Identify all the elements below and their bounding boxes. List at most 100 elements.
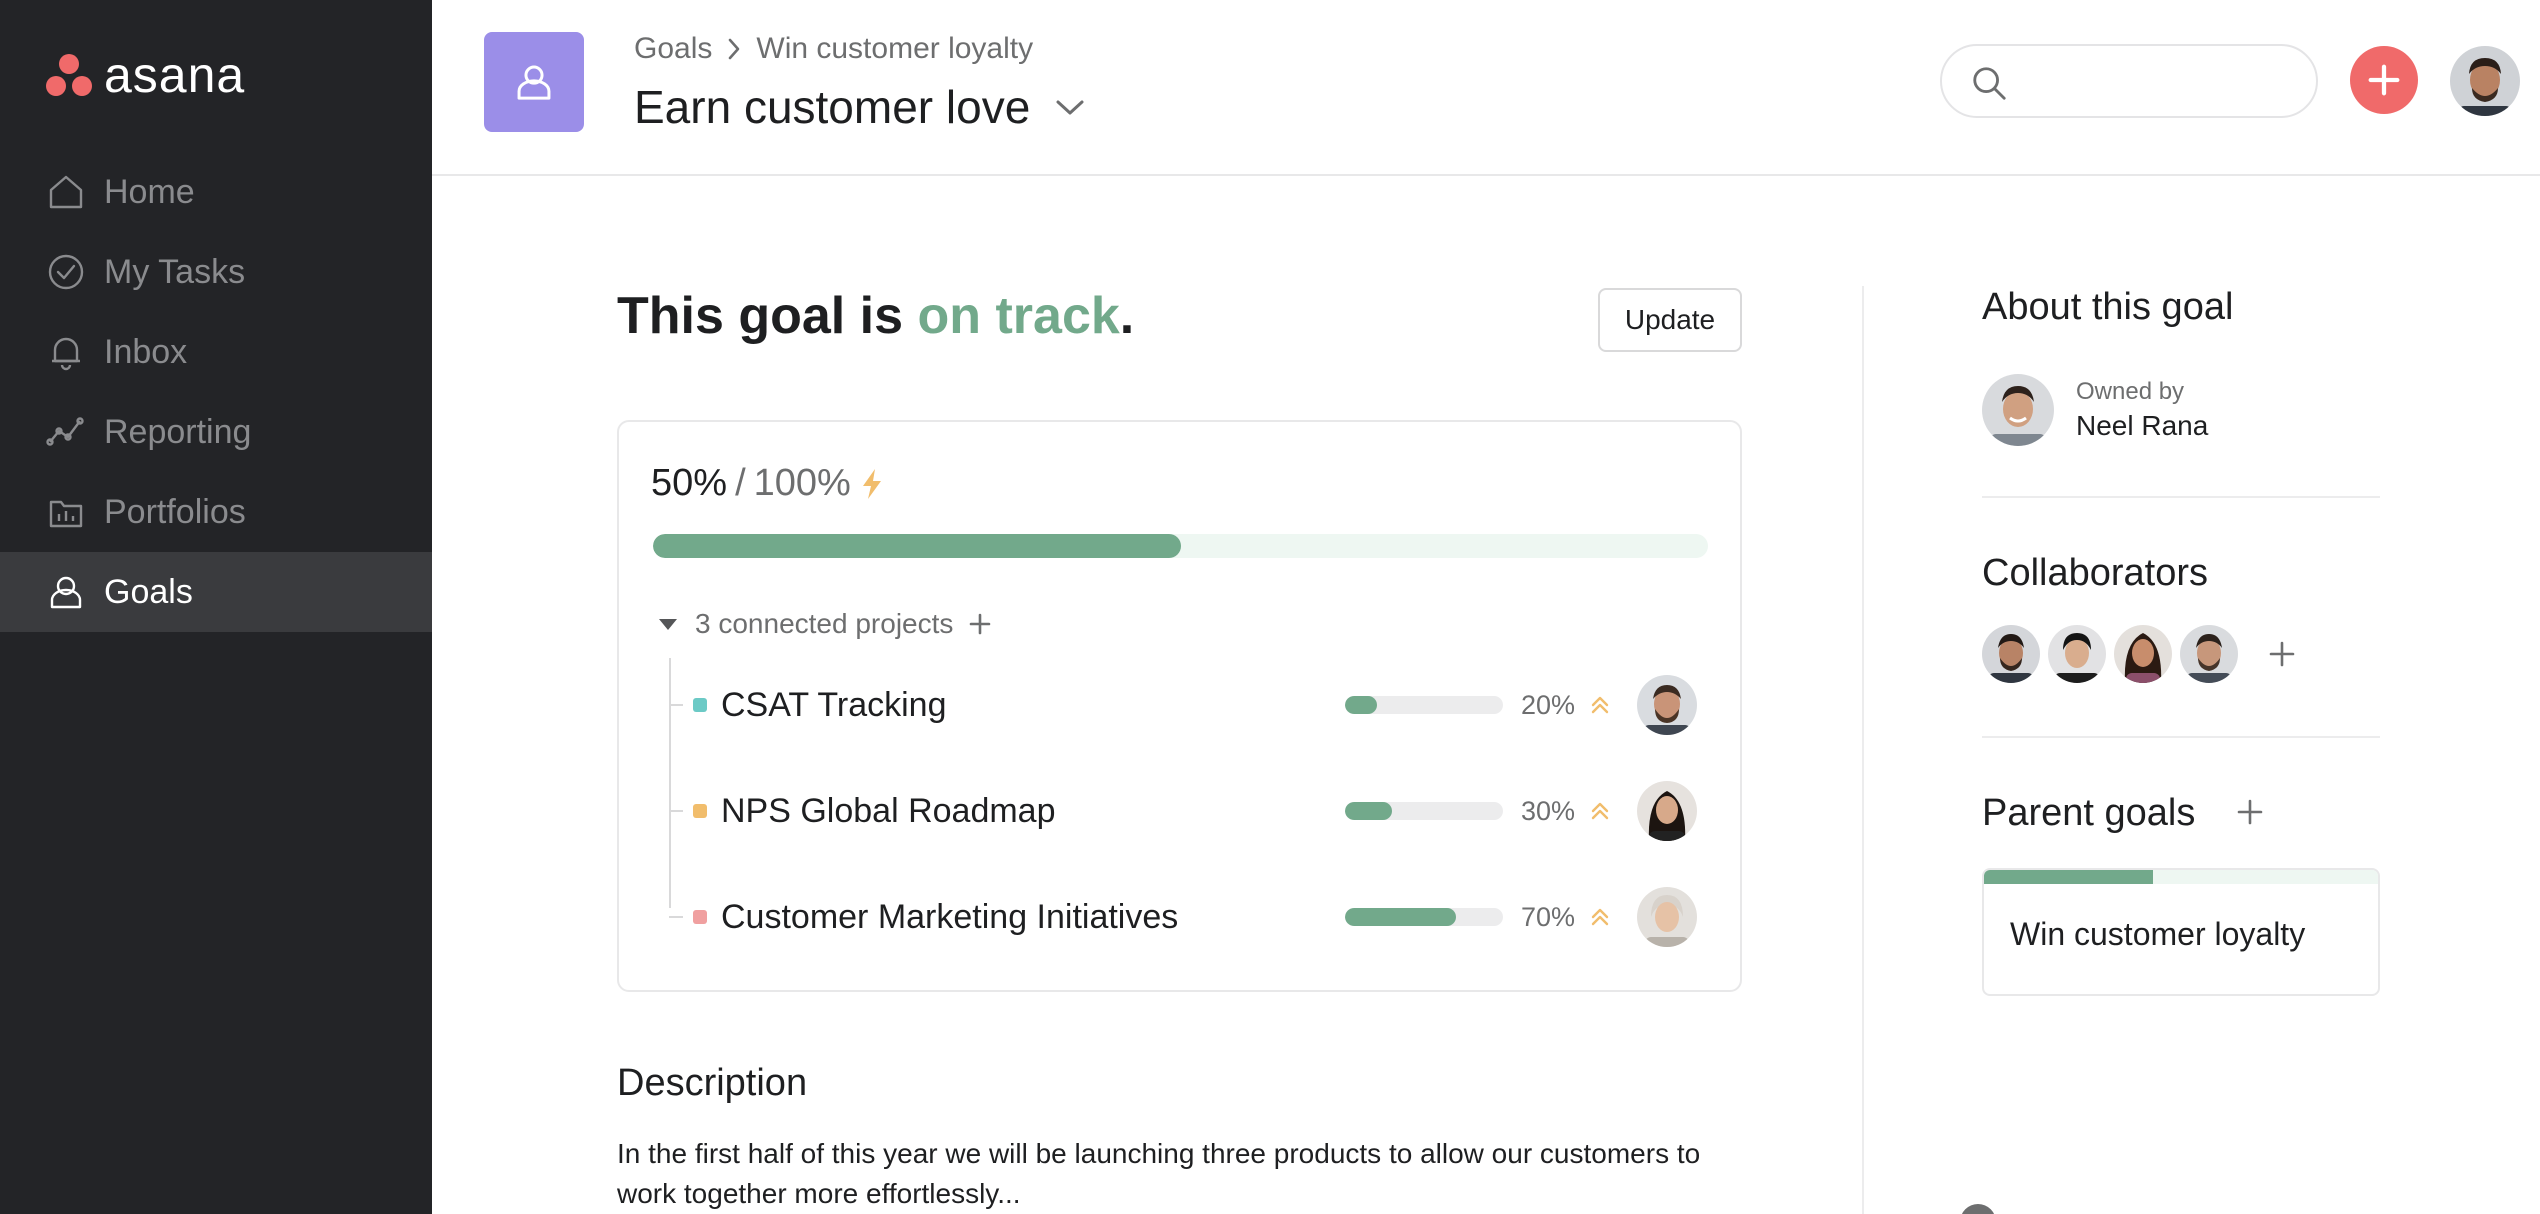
double-chevron-up-icon <box>1591 908 1609 926</box>
collaborator-avatar[interactable] <box>2180 625 2238 683</box>
asana-logo[interactable]: asana <box>44 50 245 100</box>
sidebar-item-portfolios[interactable]: Portfolios <box>0 472 432 552</box>
add-parent-goal-plus-icon[interactable] <box>2236 798 2264 826</box>
sidebar-item-label: Home <box>104 172 195 211</box>
description-title: Description <box>617 1062 808 1104</box>
project-name[interactable]: Customer Marketing Initiatives <box>721 898 1178 937</box>
status-suffix: . <box>1119 287 1135 345</box>
sidebar-item-home[interactable]: Home <box>0 152 432 232</box>
project-progress-bar <box>1345 696 1503 714</box>
project-color-swatch <box>693 804 707 818</box>
project-progress-bar <box>1345 908 1503 926</box>
current-percent: 50% <box>651 462 728 504</box>
goal-status-heading: This goal is on track. <box>617 286 1134 346</box>
sidebar-item-label: Goals <box>104 572 193 611</box>
breadcrumb-goals[interactable]: Goals <box>634 32 712 66</box>
progress-summary: 50% / 100% <box>651 462 885 505</box>
tree-branch <box>669 704 683 706</box>
project-progress-bar <box>1345 802 1503 820</box>
add-collaborator-plus-icon[interactable] <box>2268 640 2296 668</box>
target-percent: 100% <box>753 462 851 504</box>
status-value: on track <box>917 287 1120 345</box>
project-row[interactable]: Customer Marketing Initiatives 70% <box>669 872 1719 962</box>
project-name[interactable]: CSAT Tracking <box>721 686 946 725</box>
sidebar-item-label: Reporting <box>104 412 252 451</box>
description-text[interactable]: In the first half of this year we will b… <box>617 1134 1742 1214</box>
search-icon <box>1973 67 2006 100</box>
sidebar-item-reporting[interactable]: Reporting <box>0 392 432 472</box>
double-chevron-up-icon <box>1591 696 1609 714</box>
project-percent: 70% <box>1521 901 1576 932</box>
project-row[interactable]: NPS Global Roadmap 30% <box>669 766 1719 856</box>
chevron-down-icon <box>1056 100 1084 115</box>
about-goal-title: About this goal <box>1982 286 2234 328</box>
top-header: Goals Win customer loyalty Earn customer… <box>432 0 2540 176</box>
line-chart-icon <box>44 410 88 454</box>
project-row[interactable]: CSAT Tracking 20% <box>669 660 1719 750</box>
goal-progress-bar <box>653 534 1708 558</box>
check-circle-icon <box>44 250 88 294</box>
owner-name[interactable]: Neel Rana <box>2076 410 2208 442</box>
goal-progress-fill <box>653 534 1181 558</box>
owner-label: Owned by <box>2076 378 2185 405</box>
tree-branch <box>669 916 683 918</box>
project-progress-fill <box>1345 696 1377 714</box>
collaborators-list <box>1982 625 2296 683</box>
parent-goals-title: Parent goals <box>1982 792 2196 834</box>
goal-progress-card: 50% / 100% 3 connected projects CSAT Tra… <box>617 420 1742 992</box>
project-color-swatch <box>693 910 707 924</box>
connected-projects-label: 3 connected projects <box>695 608 954 639</box>
update-button[interactable]: Update <box>1598 288 1742 352</box>
double-chevron-up-icon <box>1591 802 1609 820</box>
page-title[interactable]: Earn customer love <box>634 80 1090 134</box>
percent-separator: / <box>735 462 746 504</box>
project-owner-avatar[interactable] <box>1637 675 1697 735</box>
user-avatar[interactable] <box>2450 46 2520 116</box>
search-input[interactable] <box>2026 60 2296 104</box>
collaborator-avatar[interactable] <box>2048 625 2106 683</box>
chevron-right-icon <box>729 38 740 60</box>
home-icon <box>44 170 88 214</box>
parent-goal-card[interactable]: Win customer loyalty <box>1982 868 2380 996</box>
project-percent: 30% <box>1521 795 1576 826</box>
logo-text: asana <box>104 47 246 103</box>
project-owner-avatar[interactable] <box>1637 887 1697 947</box>
sidebar-item-my-tasks[interactable]: My Tasks <box>0 232 432 312</box>
breadcrumb-parent-goal[interactable]: Win customer loyalty <box>756 32 1033 66</box>
sidebar-item-label: My Tasks <box>104 252 246 291</box>
sidebar-item-label: Portfolios <box>104 492 246 531</box>
bell-icon <box>44 330 88 374</box>
sidebar-item-goals[interactable]: Goals <box>0 552 432 632</box>
help-button[interactable] <box>1960 1204 1996 1214</box>
quick-add-button[interactable] <box>2350 46 2418 114</box>
portfolio-icon <box>44 490 88 534</box>
parent-goal-name: Win customer loyalty <box>2010 916 2306 952</box>
project-progress-fill <box>1345 908 1456 926</box>
project-owner-avatar[interactable] <box>1637 781 1697 841</box>
collaborators-title: Collaborators <box>1982 552 2208 594</box>
add-project-plus-icon[interactable] <box>969 613 991 635</box>
owner-avatar[interactable] <box>1982 374 2054 446</box>
sidebar: asana Home My Tasks Inbox Reporting Port… <box>0 0 432 1214</box>
section-divider <box>1982 736 2380 738</box>
project-percent: 20% <box>1521 689 1576 720</box>
section-divider <box>1982 496 2380 498</box>
asana-logo-icon <box>44 52 94 98</box>
connected-projects-toggle[interactable]: 3 connected projects <box>657 608 991 640</box>
parent-goal-progress-fill <box>1984 870 2154 884</box>
plus-icon <box>2368 64 2400 96</box>
sidebar-nav: Home My Tasks Inbox Reporting Portfolios <box>0 152 432 632</box>
search-box[interactable] <box>1940 44 2318 118</box>
collaborator-avatar[interactable] <box>1982 625 2040 683</box>
parent-goal-progress-bar <box>1984 870 2378 884</box>
page-title-text: Earn customer love <box>634 81 1031 133</box>
collaborator-avatar[interactable] <box>2114 625 2172 683</box>
status-prefix: This goal is <box>617 287 918 345</box>
caret-down-icon <box>659 619 677 630</box>
lightning-icon <box>862 468 881 499</box>
project-name[interactable]: NPS Global Roadmap <box>721 792 1056 831</box>
breadcrumb: Goals Win customer loyalty <box>634 32 1033 66</box>
project-color-swatch <box>693 698 707 712</box>
sidebar-item-label: Inbox <box>104 332 188 371</box>
sidebar-item-inbox[interactable]: Inbox <box>0 312 432 392</box>
